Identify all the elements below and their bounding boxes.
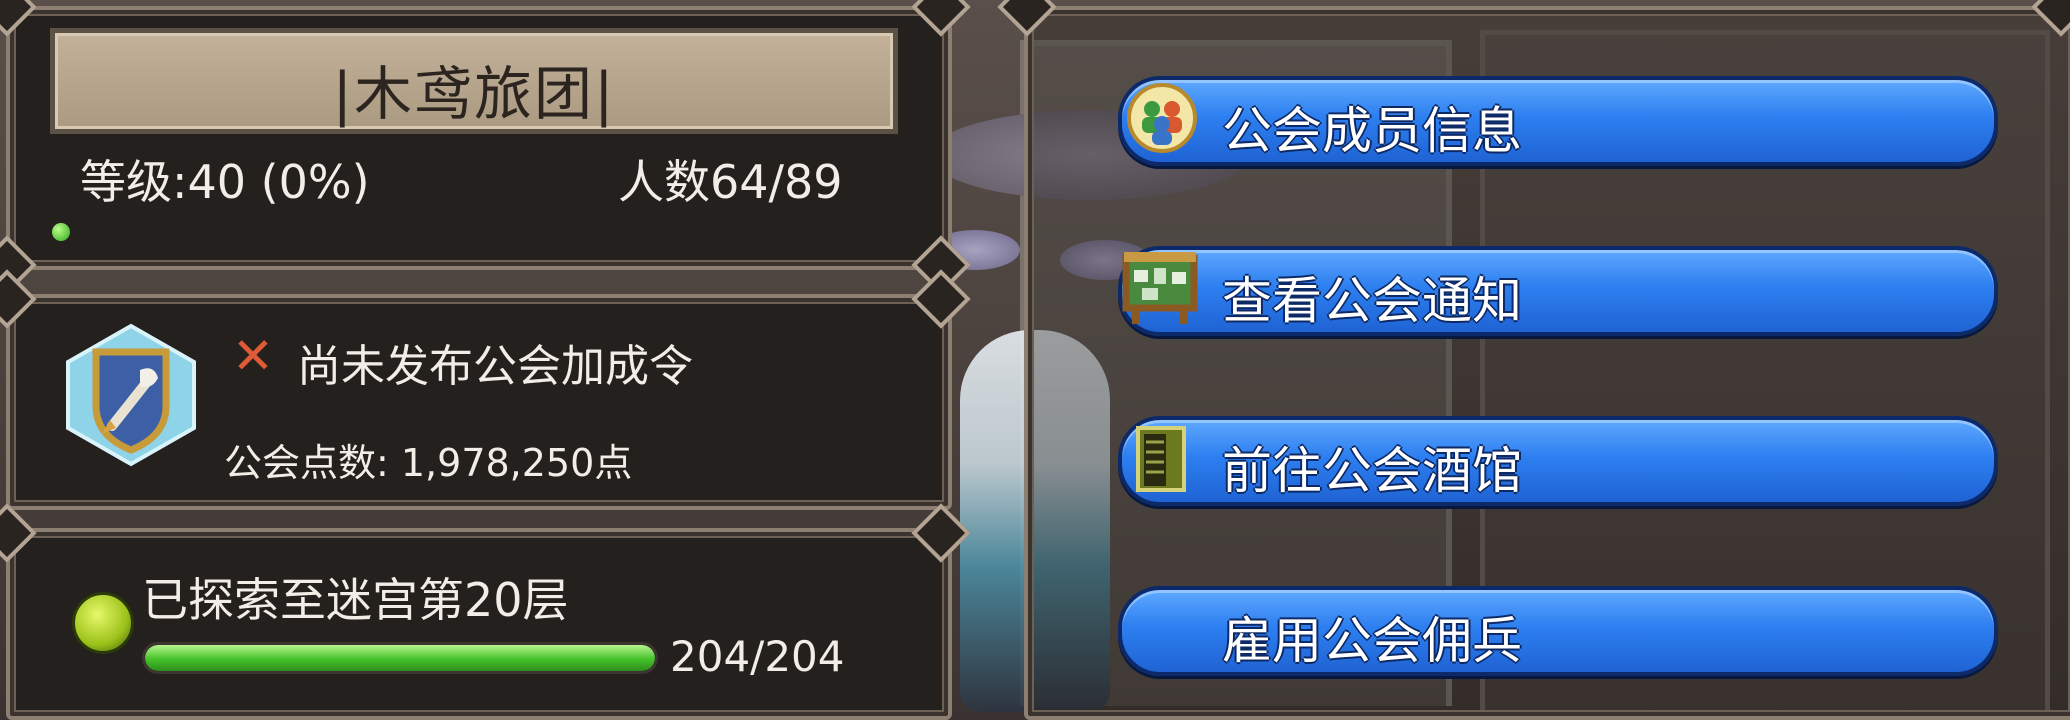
online-indicator-dot	[52, 223, 70, 241]
labyrinth-icon	[72, 592, 134, 654]
labyrinth-progress-count: 204/204	[670, 632, 845, 681]
guild-member-count: 人数64/89	[618, 155, 843, 209]
labyrinth-progress-fill	[145, 645, 655, 671]
guild-tavern-button[interactable]: 前往公会酒馆	[1118, 416, 1998, 506]
bonus-order-status: 尚未发布公会加成令	[297, 341, 693, 392]
notice-board-icon	[1122, 252, 1198, 324]
members-icon	[1126, 82, 1198, 154]
guild-notice-button[interactable]: 查看公会通知	[1118, 246, 1998, 336]
labyrinth-explored-floor: 已探索至迷宫第20层	[142, 573, 569, 627]
guild-level: 等级:40 (0%)	[80, 155, 370, 209]
tavern-door-icon	[1126, 422, 1198, 494]
guild-mercenary-button[interactable]: 雇用公会佣兵	[1118, 586, 1998, 676]
labyrinth-progress-bar	[142, 642, 658, 674]
guild-shield-icon[interactable]	[62, 322, 200, 468]
menu-label: 前往公会酒馆	[1222, 442, 1522, 500]
menu-label: 雇用公会佣兵	[1222, 612, 1522, 670]
guild-members-button[interactable]: 公会成员信息	[1118, 76, 1998, 166]
guild-name-banner: |木鸢旅团|	[50, 28, 898, 134]
menu-label: 查看公会通知	[1222, 272, 1522, 330]
menu-label: 公会成员信息	[1222, 102, 1522, 160]
close-icon: ✕	[232, 327, 274, 385]
guild-points: 公会点数: 1,978,250点	[224, 441, 633, 485]
guild-name: |木鸢旅团|	[332, 60, 616, 128]
